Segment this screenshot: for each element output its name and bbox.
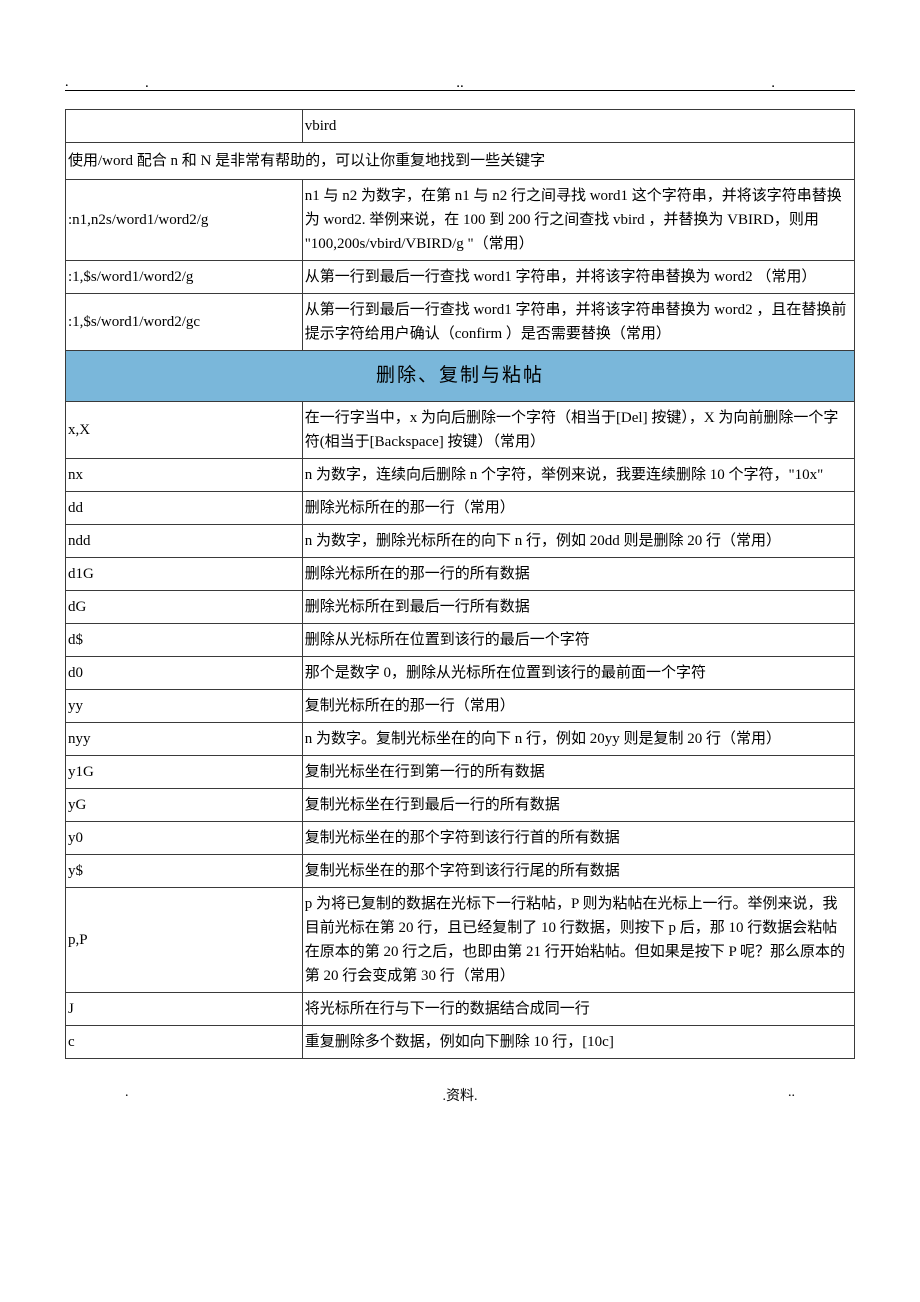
- table-row: :1,$s/word1/word2/g从第一行到最后一行查找 word1 字符串…: [66, 261, 855, 294]
- command-key: :n1,n2s/word1/word2/g: [66, 180, 303, 261]
- command-desc: p 为将已复制的数据在光标下一行粘帖，P 则为粘帖在光标上一行。举例来说，我目前…: [302, 888, 854, 993]
- command-key: d0: [66, 657, 303, 690]
- table-row: y0复制光标坐在的那个字符到该行行首的所有数据: [66, 822, 855, 855]
- command-key: c: [66, 1026, 303, 1059]
- table-row: vbird: [66, 110, 855, 143]
- table-row: p,Pp 为将已复制的数据在光标下一行粘帖，P 则为粘帖在光标上一行。举例来说，…: [66, 888, 855, 993]
- command-desc: vbird: [302, 110, 854, 143]
- command-key: ndd: [66, 525, 303, 558]
- command-key: nyy: [66, 723, 303, 756]
- header-dot-left: .: [145, 75, 149, 92]
- command-desc: 复制光标坐在行到最后一行的所有数据: [302, 789, 854, 822]
- command-desc: 复制光标所在的那一行（常用）: [302, 690, 854, 723]
- table-row: yG复制光标坐在行到最后一行的所有数据: [66, 789, 855, 822]
- table-row: x,X在一行字当中，x 为向后删除一个字符（相当于[Del] 按键），X 为向前…: [66, 402, 855, 459]
- table-row: dG删除光标所在到最后一行所有数据: [66, 591, 855, 624]
- header-dot-mid: ..: [456, 75, 464, 92]
- table-row: c重复删除多个数据，例如向下删除 10 行，[10c]: [66, 1026, 855, 1059]
- page-footer: . .资料. ..: [65, 1085, 855, 1105]
- command-key: dd: [66, 492, 303, 525]
- table-row: d$删除从光标所在位置到该行的最后一个字符: [66, 624, 855, 657]
- command-key: y$: [66, 855, 303, 888]
- command-desc: 复制光标坐在行到第一行的所有数据: [302, 756, 854, 789]
- note-row: 使用/word 配合 n 和 N 是非常有帮助的，可以让你重复地找到一些关键字: [66, 143, 855, 180]
- command-key: :1,$s/word1/word2/gc: [66, 294, 303, 351]
- command-key: yy: [66, 690, 303, 723]
- command-desc: 从第一行到最后一行查找 word1 字符串，并将该字符串替换为 word2 （常…: [302, 261, 854, 294]
- command-key: p,P: [66, 888, 303, 993]
- command-desc: 删除光标所在的那一行的所有数据: [302, 558, 854, 591]
- command-key: d1G: [66, 558, 303, 591]
- command-desc: 在一行字当中，x 为向后删除一个字符（相当于[Del] 按键），X 为向前删除一…: [302, 402, 854, 459]
- command-desc: 将光标所在行与下一行的数据结合成同一行: [302, 993, 854, 1026]
- command-desc: 复制光标坐在的那个字符到该行行首的所有数据: [302, 822, 854, 855]
- command-key: d$: [66, 624, 303, 657]
- footer-dot-right: ..: [788, 1085, 795, 1101]
- command-desc: n 为数字，删除光标所在的向下 n 行，例如 20dd 则是删除 20 行（常用…: [302, 525, 854, 558]
- section-header: 删除、复制与粘帖: [66, 351, 855, 402]
- footer-text: .资料.: [443, 1089, 478, 1104]
- table-row: yy复制光标所在的那一行（常用）: [66, 690, 855, 723]
- table-row: :1,$s/word1/word2/gc从第一行到最后一行查找 word1 字符…: [66, 294, 855, 351]
- table-row: J将光标所在行与下一行的数据结合成同一行: [66, 993, 855, 1026]
- table-row: d1G删除光标所在的那一行的所有数据: [66, 558, 855, 591]
- command-key: y1G: [66, 756, 303, 789]
- table-row: y1G复制光标坐在行到第一行的所有数据: [66, 756, 855, 789]
- command-key: J: [66, 993, 303, 1026]
- command-desc: 从第一行到最后一行查找 word1 字符串，并将该字符串替换为 word2 ，且…: [302, 294, 854, 351]
- command-desc: 删除从光标所在位置到该行的最后一个字符: [302, 624, 854, 657]
- command-desc: n 为数字。复制光标坐在的向下 n 行，例如 20yy 则是复制 20 行（常用…: [302, 723, 854, 756]
- command-key: x,X: [66, 402, 303, 459]
- command-desc: 那个是数字 0，删除从光标所在位置到该行的最前面一个字符: [302, 657, 854, 690]
- command-desc: n1 与 n2 为数字，在第 n1 与 n2 行之间寻找 word1 这个字符串…: [302, 180, 854, 261]
- command-desc: 删除光标所在到最后一行所有数据: [302, 591, 854, 624]
- command-key: :1,$s/word1/word2/g: [66, 261, 303, 294]
- table-row: d0那个是数字 0，删除从光标所在位置到该行的最前面一个字符: [66, 657, 855, 690]
- command-desc: n 为数字，连续向后删除 n 个字符，举例来说，我要连续删除 10 个字符，"1…: [302, 459, 854, 492]
- table-row: nddn 为数字，删除光标所在的向下 n 行，例如 20dd 则是删除 20 行…: [66, 525, 855, 558]
- table-row: nxn 为数字，连续向后删除 n 个字符，举例来说，我要连续删除 10 个字符，…: [66, 459, 855, 492]
- table-row: dd删除光标所在的那一行（常用）: [66, 492, 855, 525]
- command-key: yG: [66, 789, 303, 822]
- header-rule: . .. .: [65, 90, 855, 91]
- command-table: vbird使用/word 配合 n 和 N 是非常有帮助的，可以让你重复地找到一…: [65, 109, 855, 1059]
- command-key: [66, 110, 303, 143]
- header-dot-right: .: [771, 75, 775, 92]
- command-key: y0: [66, 822, 303, 855]
- footer-dot-left: .: [125, 1085, 129, 1101]
- command-key: dG: [66, 591, 303, 624]
- table-row: y$复制光标坐在的那个字符到该行行尾的所有数据: [66, 855, 855, 888]
- command-key: nx: [66, 459, 303, 492]
- command-desc: 复制光标坐在的那个字符到该行行尾的所有数据: [302, 855, 854, 888]
- table-row: nyyn 为数字。复制光标坐在的向下 n 行，例如 20yy 则是复制 20 行…: [66, 723, 855, 756]
- command-desc: 删除光标所在的那一行（常用）: [302, 492, 854, 525]
- command-desc: 重复删除多个数据，例如向下删除 10 行，[10c]: [302, 1026, 854, 1059]
- table-row: :n1,n2s/word1/word2/gn1 与 n2 为数字，在第 n1 与…: [66, 180, 855, 261]
